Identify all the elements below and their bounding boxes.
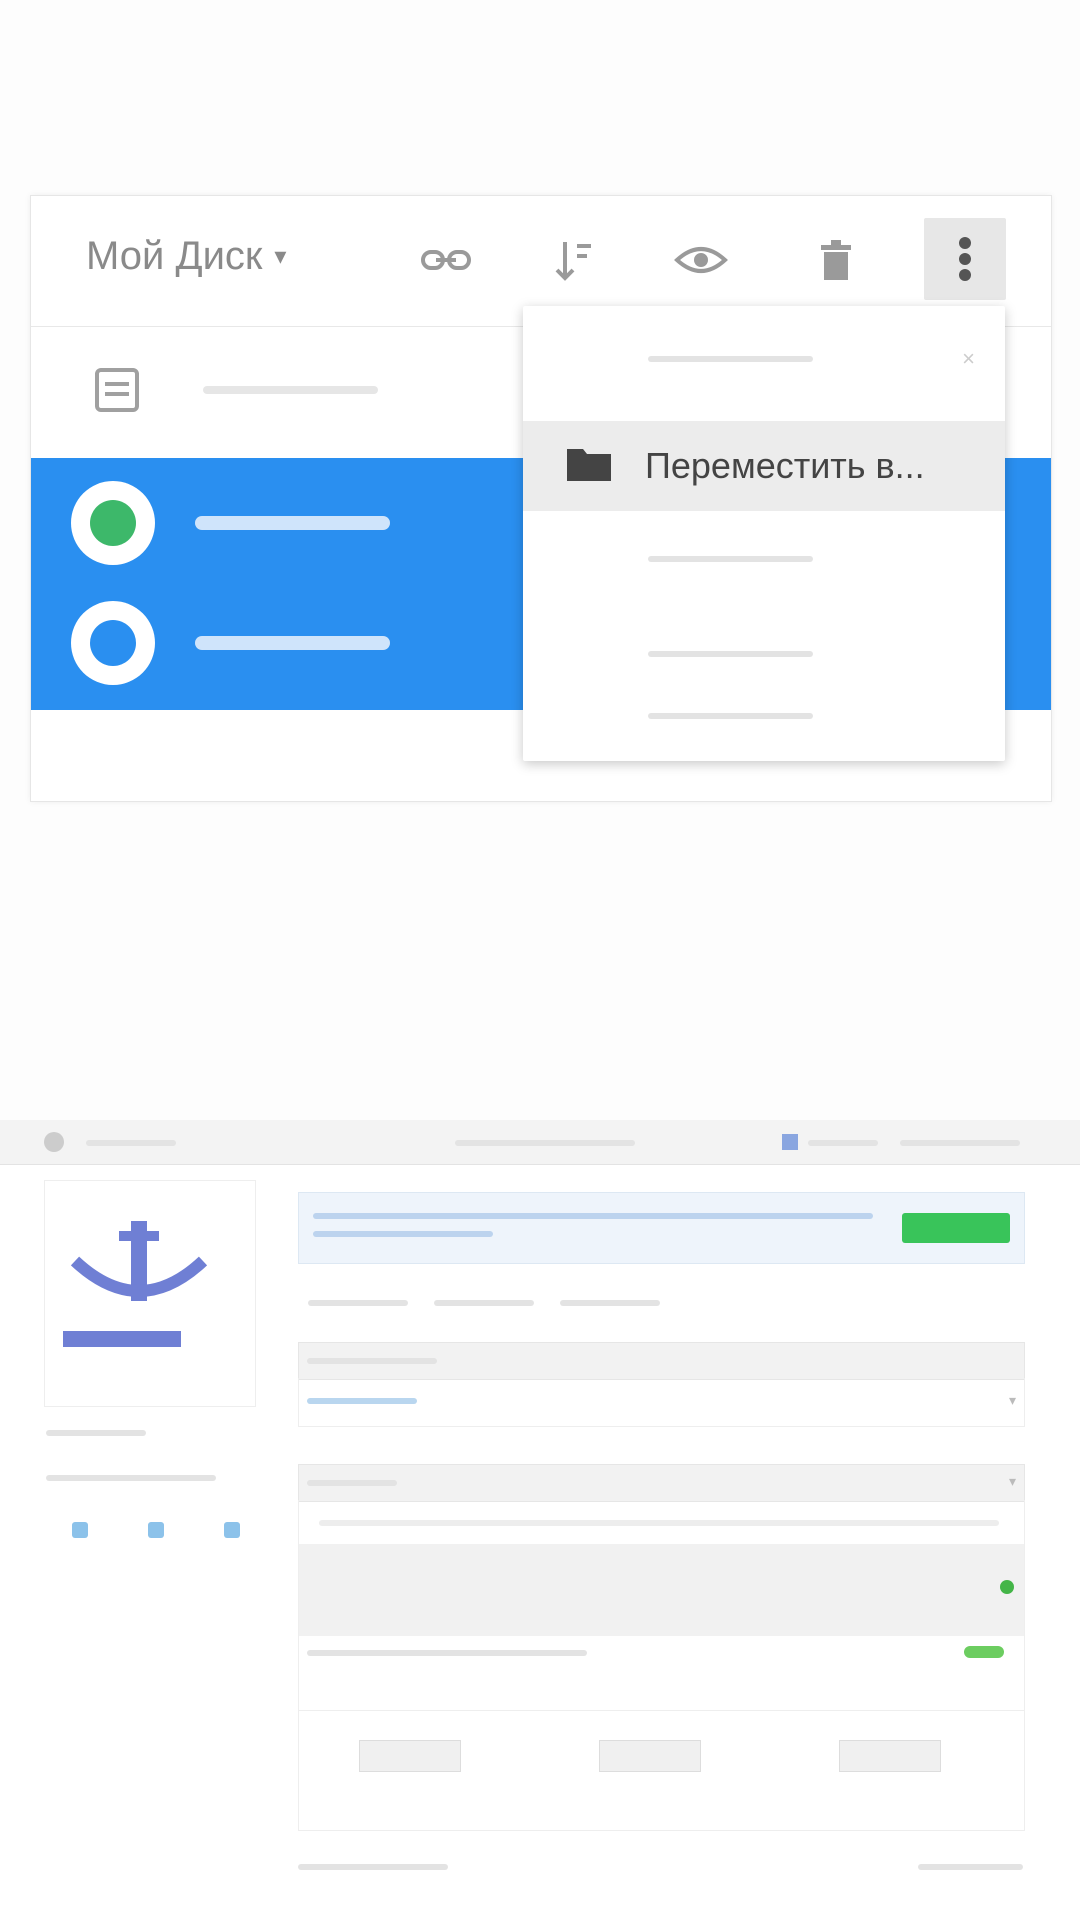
action-button[interactable] — [902, 1213, 1010, 1243]
close-icon[interactable]: × — [962, 346, 975, 372]
chevron-down-icon[interactable]: ▾ — [1009, 1392, 1016, 1409]
stat-box — [829, 1730, 1029, 1810]
sort-icon[interactable] — [543, 230, 603, 290]
expand-icon[interactable]: ▾ — [1009, 1473, 1016, 1490]
browser-window: ▾ ▾ — [0, 1120, 1080, 1920]
stats-row — [298, 1710, 1025, 1831]
menu-item[interactable] — [523, 521, 1005, 596]
status-indicator — [782, 1134, 798, 1150]
avatar — [71, 481, 155, 565]
anchor-icon — [63, 1221, 208, 1347]
drive-window: Мой Диск ▾ × Переместить в... — [30, 195, 1052, 802]
section-header — [298, 1342, 1025, 1380]
section-header: ▾ — [298, 1464, 1025, 1502]
link-row[interactable]: ▾ — [298, 1378, 1025, 1427]
eye-icon[interactable] — [671, 230, 731, 290]
menu-item[interactable] — [523, 681, 1005, 751]
chevron-down-icon: ▾ — [274, 243, 287, 270]
sidebar — [44, 1180, 269, 1540]
app-icon — [44, 1132, 64, 1152]
context-menu: × Переместить в... — [523, 306, 1005, 761]
stat-box — [349, 1730, 549, 1810]
list-item[interactable] — [71, 588, 451, 698]
share-icon[interactable] — [148, 1522, 164, 1538]
drive-title: Мой Диск — [86, 234, 263, 278]
link-icon[interactable] — [416, 230, 476, 290]
toggle[interactable] — [964, 1646, 1004, 1658]
logo-box — [44, 1180, 256, 1407]
file-icon — [93, 366, 141, 419]
file-name-placeholder — [203, 386, 378, 394]
folder-icon — [565, 445, 615, 488]
more-vert-icon[interactable] — [924, 218, 1006, 300]
browser-bar — [0, 1120, 1080, 1165]
avatar — [71, 601, 155, 685]
menu-item-move-to[interactable]: Переместить в... — [523, 421, 1005, 511]
notice-banner — [298, 1192, 1025, 1264]
menu-item[interactable]: × — [523, 316, 1005, 401]
chart — [299, 1544, 1024, 1636]
item-label-placeholder — [195, 516, 390, 530]
chart-point — [1000, 1580, 1014, 1594]
share-icon[interactable] — [224, 1522, 240, 1538]
chart-area — [298, 1500, 1025, 1711]
list-item[interactable] — [71, 468, 451, 578]
trash-icon[interactable] — [806, 230, 866, 290]
item-label-placeholder — [195, 636, 390, 650]
drive-title-dropdown[interactable]: Мой Диск ▾ — [86, 234, 286, 279]
menu-item[interactable] — [523, 616, 1005, 691]
stat-box — [589, 1730, 789, 1810]
menu-item-move-to-label: Переместить в... — [645, 445, 925, 486]
share-icon[interactable] — [72, 1522, 88, 1538]
